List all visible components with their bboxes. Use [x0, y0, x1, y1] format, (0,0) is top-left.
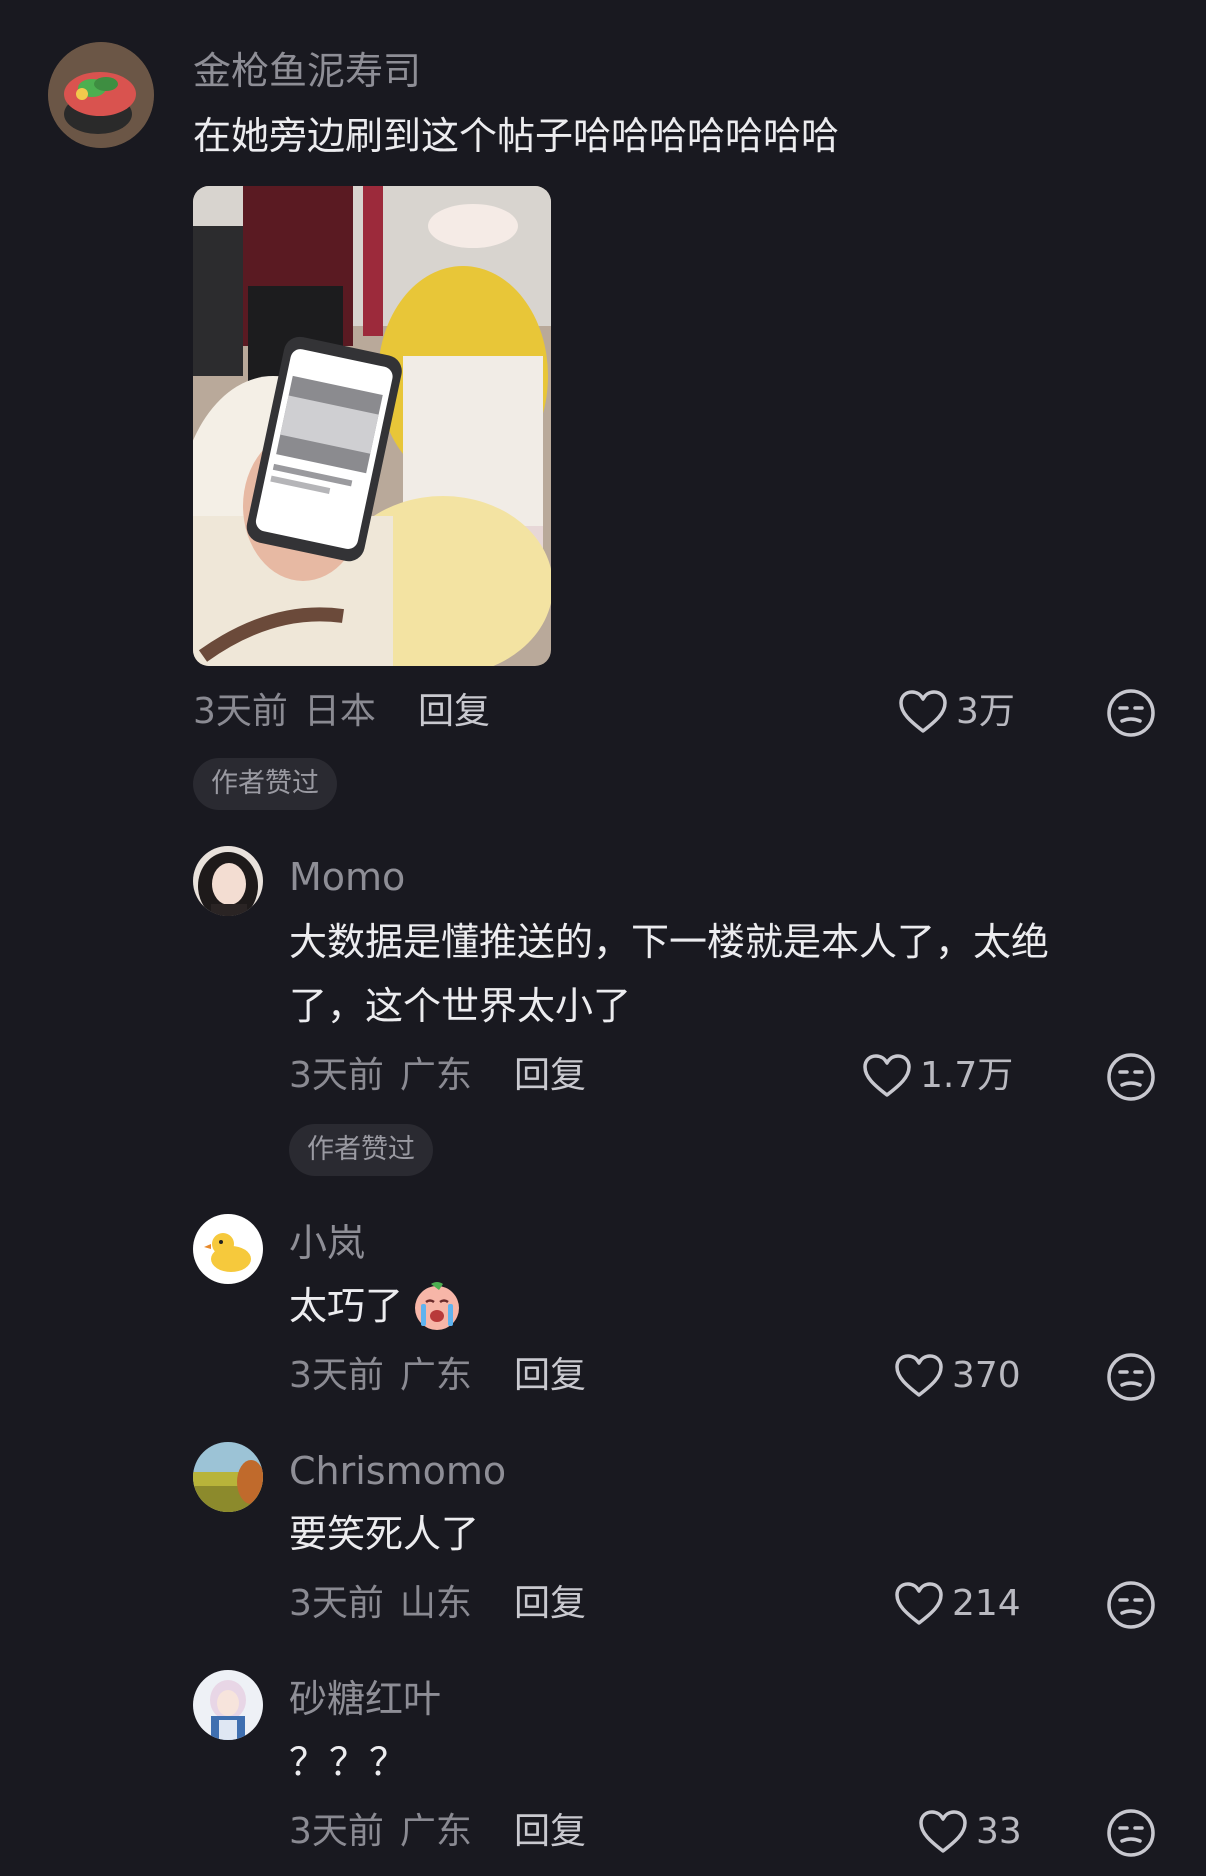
- reply-button[interactable]: 回复: [514, 1808, 586, 1856]
- like-count: 214: [952, 1583, 1021, 1624]
- timestamp: 3天前: [289, 1355, 384, 1396]
- meh-face-icon: [1107, 1353, 1155, 1401]
- username[interactable]: 小岚: [289, 1218, 365, 1268]
- comment-text: 要笑死人了: [289, 1512, 480, 1556]
- author-liked-badge: 作者赞过: [193, 758, 337, 810]
- like-button[interactable]: 33: [918, 1808, 1022, 1856]
- dislike-button[interactable]: [1106, 1052, 1156, 1102]
- landscape-avatar-icon: [193, 1442, 263, 1512]
- timestamp: 3天前: [289, 1811, 384, 1852]
- heart-icon: [863, 1054, 911, 1097]
- comment-meta: 3天前 广东: [289, 1808, 472, 1856]
- avatar[interactable]: [48, 42, 154, 148]
- author-liked-badge: 作者赞过: [289, 1124, 433, 1176]
- sushi-avatar-icon: [48, 42, 154, 148]
- anime-character-avatar-icon: [193, 1670, 263, 1740]
- comment-text: 在她旁边刷到这个帖子哈哈哈哈哈哈哈: [193, 114, 840, 158]
- girl-portrait-avatar-icon: [193, 846, 263, 916]
- meh-face-icon: [1107, 1581, 1155, 1629]
- comment-image[interactable]: [193, 186, 551, 666]
- timestamp: 3天前: [193, 691, 288, 732]
- like-count: 1.7万: [920, 1055, 1014, 1096]
- like-button[interactable]: 1.7万: [862, 1052, 1013, 1100]
- heart-icon: [895, 1354, 943, 1397]
- location: 广东: [399, 1355, 472, 1396]
- heart-icon: [895, 1582, 943, 1625]
- location: 山东: [399, 1583, 472, 1624]
- username[interactable]: 砂糖红叶: [289, 1674, 441, 1724]
- location: 广东: [399, 1055, 472, 1096]
- avatar[interactable]: [193, 1442, 263, 1512]
- comment-meta: 3天前 广东: [289, 1052, 472, 1100]
- username[interactable]: Chrismomo: [289, 1446, 506, 1496]
- comment-text: 大数据是懂推送的，下一楼就是本人了，太绝 了，这个世界太小了: [289, 910, 1149, 1038]
- comment-text: 太巧了: [289, 1274, 465, 1338]
- reply-button[interactable]: 回复: [514, 1052, 586, 1100]
- comment-meta: 3天前 日本: [193, 688, 376, 736]
- crying-face-emoji-icon: [415, 1282, 460, 1330]
- reply-button[interactable]: 回复: [514, 1580, 586, 1628]
- location: 广东: [399, 1811, 472, 1852]
- comment-meta: 3天前 山东: [289, 1580, 472, 1628]
- avatar[interactable]: [193, 1214, 263, 1284]
- like-button[interactable]: 370: [894, 1352, 1021, 1400]
- like-button[interactable]: 3万: [898, 688, 1015, 736]
- duck-avatar-icon: [193, 1214, 263, 1284]
- comment-meta: 3天前 广东: [289, 1352, 472, 1400]
- photo-of-phone-and-cosplayer-image: [193, 186, 551, 666]
- like-count: 3万: [956, 691, 1015, 732]
- comment-text-body: 太巧了: [289, 1284, 404, 1328]
- username[interactable]: 金枪鱼泥寿司: [193, 46, 421, 96]
- meh-face-icon: [1107, 1809, 1155, 1857]
- heart-icon: [919, 1810, 967, 1853]
- like-count: 33: [976, 1811, 1022, 1852]
- meh-face-icon: [1107, 1053, 1155, 1101]
- heart-icon: [899, 690, 947, 733]
- comment-text-line: 了，这个世界太小了: [289, 984, 632, 1028]
- reply-button[interactable]: 回复: [418, 688, 490, 736]
- dislike-button[interactable]: [1106, 1352, 1156, 1402]
- dislike-button[interactable]: [1106, 1808, 1156, 1858]
- timestamp: 3天前: [289, 1583, 384, 1624]
- like-button[interactable]: 214: [894, 1580, 1021, 1628]
- reply-button[interactable]: 回复: [514, 1352, 586, 1400]
- avatar[interactable]: [193, 846, 263, 916]
- like-count: 370: [952, 1355, 1021, 1396]
- avatar[interactable]: [193, 1670, 263, 1740]
- meh-face-icon: [1107, 689, 1155, 737]
- dislike-button[interactable]: [1106, 1580, 1156, 1630]
- comment-text: ？？？: [289, 1740, 410, 1784]
- comment-text-line: 大数据是懂推送的，下一楼就是本人了，太绝: [289, 920, 1050, 964]
- timestamp: 3天前: [289, 1055, 384, 1096]
- username[interactable]: Momo: [289, 852, 405, 902]
- location: 日本: [303, 691, 376, 732]
- dislike-button[interactable]: [1106, 688, 1156, 738]
